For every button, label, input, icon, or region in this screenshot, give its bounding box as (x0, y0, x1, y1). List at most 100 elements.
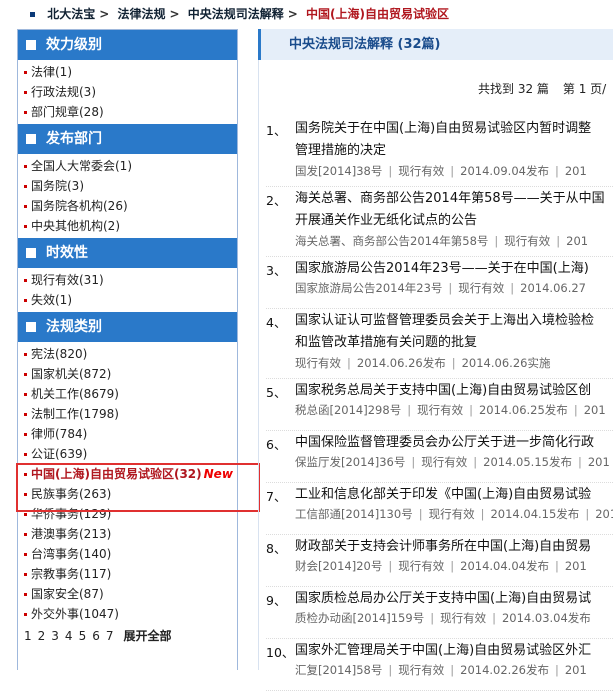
filter-item[interactable]: 机关工作(8679) (24, 384, 237, 404)
filter-item[interactable]: 部门规章(28) (24, 102, 237, 122)
result-title-link[interactable]: 国家认证认可监督管理委员会关于上海出入境检验检 和监管改革措施有关问题的批复 (295, 310, 613, 354)
meta-doc: 汇复[2014]58号 (295, 663, 383, 677)
result-item[interactable]: 7、 工业和信息化部关于印发《中国(上海)自由贸易试验 工信部通[2014]130号… (266, 483, 613, 535)
result-title-link[interactable]: 工业和信息化部关于印发《中国(上海)自由贸易试验 (295, 484, 613, 506)
breadcrumb-separator: > (99, 7, 110, 21)
page-link[interactable]: 4 (65, 629, 73, 643)
result-title-link[interactable]: 中国保险监督管理委员会办公厅关于进一步简化行政 (295, 432, 613, 454)
bullet-icon (24, 111, 27, 114)
result-item[interactable]: 1、 国务院关于在中国(上海)自由贸易试验区内暂时调整 管理措施的决定 国发[2014… (266, 117, 613, 187)
bullet-icon (30, 12, 35, 17)
results-list: 1、 国务院关于在中国(上海)自由贸易试验区内暂时调整 管理措施的决定 国发[2014… (266, 117, 613, 691)
section-header-level[interactable]: 效力级别 (18, 30, 237, 60)
filter-item[interactable]: 公证(639) (24, 444, 237, 464)
result-item[interactable]: 2、 海关总署、商务部公告2014年第58号——关于从中国 开展通关作业无纸化试点的… (266, 187, 613, 257)
section-square-icon (26, 134, 36, 144)
meta-date: 2014.04.15发布 (490, 507, 580, 521)
meta-status: 现行有效 (458, 281, 505, 295)
results-summary: 共找到 32 篇第 1 页/ (478, 80, 613, 97)
meta-separator: | (407, 403, 412, 417)
meta-doc: 工信部通[2014]130号 (295, 507, 413, 521)
breadcrumb-item-home[interactable]: 北大法宝 (47, 7, 95, 21)
result-item[interactable]: 10、 国家外汇管理局关于中国(上海)自由贸易试验区外汇 汇复[2014]58号 | 现… (266, 639, 613, 691)
section-header-category[interactable]: 法规类别 (18, 312, 237, 342)
meta-separator: | (585, 507, 590, 521)
breadcrumb-separator: > (287, 7, 298, 21)
meta-separator: | (554, 164, 559, 178)
result-title-line: 开展通关作业无纸化试点的公告 (295, 213, 478, 228)
result-meta: 国家旅游局公告2014年23号 | 现行有效 | 2014.06.27 (295, 280, 586, 296)
section-header-department[interactable]: 发布部门 (18, 124, 237, 154)
filter-item[interactable]: 外交外事(1047) (24, 604, 237, 624)
result-title-link[interactable]: 国务院关于在中国(上海)自由贸易试验区内暂时调整 管理措施的决定 (295, 118, 613, 162)
category-pager: 1 2 3 4 5 6 7 展开全部 (18, 626, 237, 646)
meta-separator: | (554, 559, 559, 573)
result-item[interactable]: 4、 国家认证认可监督管理委员会关于上海出入境检验检 和监管改革措施有关问题的批复现… (266, 309, 613, 379)
results-header: 中央法规司法解释 (32篇) (258, 29, 613, 60)
filter-item[interactable]: 国务院(3) (24, 176, 237, 196)
filter-item[interactable]: 失效(1) (24, 290, 237, 310)
meta-status: 现行有效 (428, 507, 475, 521)
page-link[interactable]: 5 (79, 629, 87, 643)
meta-separator: | (450, 663, 455, 677)
results-title: 中央法规司法解释 (32篇) (289, 37, 441, 52)
breadcrumb-separator: > (169, 7, 180, 21)
breadcrumb-item-laws[interactable]: 法律法规 (117, 7, 165, 21)
page-link[interactable]: 3 (51, 629, 59, 643)
filter-item[interactable]: 台湾事务(140) (24, 544, 237, 564)
page-link[interactable]: 6 (92, 629, 100, 643)
result-meta: 汇复[2014]58号 | 现行有效 | 2014.02.26发布 | 201 (295, 662, 587, 678)
result-title-link[interactable]: 国家外汇管理局关于中国(上海)自由贸易试验区外汇 (295, 640, 613, 662)
filter-item[interactable]: 国务院各机构(26) (24, 196, 237, 216)
meta-extra: 201 (564, 559, 587, 573)
meta-extra: 201 (564, 164, 587, 178)
sidebar: 效力级别 法律(1) 行政法规(3) 部门规章(28) 发布部门 全国人大常委会… (17, 29, 238, 670)
section-title: 发布部门 (46, 131, 102, 147)
meta-doc: 国家旅游局公告2014年23号 (295, 281, 443, 295)
result-item[interactable]: 3、 国家旅游局公告2014年23号——关于在中国(上海) 国家旅游局公告2014年… (266, 257, 613, 309)
result-title-link[interactable]: 国家税务总局关于支持中国(上海)自由贸易试验区创 (295, 380, 613, 402)
result-meta: 保监厅发[2014]36号 | 现行有效 | 2014.05.15发布 | 201 (295, 454, 610, 470)
page-link[interactable]: 1 (24, 629, 32, 643)
filter-item[interactable]: 法律(1) (24, 62, 237, 82)
meta-separator: | (510, 281, 515, 295)
meta-status: 现行有效 (440, 611, 487, 625)
breadcrumb-item-central[interactable]: 中央法规司法解释 (188, 7, 284, 21)
bullet-icon (24, 513, 27, 516)
filter-item[interactable]: 中央其他机构(2) (24, 216, 237, 236)
result-title-line: 管理措施的决定 (295, 143, 387, 158)
section-square-icon (26, 40, 36, 50)
result-title-link[interactable]: 财政部关于支持会计师事务所在中国(上海)自由贸易 (295, 536, 613, 558)
meta-separator: | (492, 611, 496, 625)
result-title-link[interactable]: 海关总署、商务部公告2014年第58号——关于从中国 开展通关作业无纸化试点的公告 (295, 188, 613, 232)
page-link[interactable]: 2 (38, 629, 46, 643)
meta-extra: 201 (564, 663, 587, 677)
breadcrumb: 北大法宝 > 法律法规 > 中央法规司法解释 > 中国(上海)自由贸易试验区 (30, 5, 449, 23)
result-meta: 质检办动函[2014]159号 | 现行有效 | 2014.03.04发布 (295, 610, 591, 626)
result-title-link[interactable]: 国家旅游局公告2014年23号——关于在中国(上海) (295, 258, 613, 280)
result-item[interactable]: 5、 国家税务总局关于支持中国(上海)自由贸易试验区创 税总函[2014]298号 |… (266, 379, 613, 431)
result-item[interactable]: 6、 中国保险监督管理委员会办公厅关于进一步简化行政 保监厅发[2014]36号 | 现… (266, 431, 613, 483)
filter-item[interactable]: 国家机关(872) (24, 364, 237, 384)
page-link[interactable]: 7 (106, 629, 114, 643)
filter-item[interactable]: 国家安全(87) (24, 584, 237, 604)
expand-all-link[interactable]: 展开全部 (123, 629, 171, 643)
result-item[interactable]: 9、 国家质检总局办公厅关于支持中国(上海)自由贸易试 质检办动函[2014]159… (266, 587, 613, 639)
meta-separator: | (347, 356, 351, 370)
section-header-validity[interactable]: 时效性 (18, 238, 237, 268)
filter-item[interactable]: 现行有效(31) (24, 270, 237, 290)
filter-item[interactable]: 宪法(820) (24, 344, 237, 364)
result-title-link[interactable]: 国家质检总局办公厅关于支持中国(上海)自由贸易试 (295, 588, 613, 610)
filter-item[interactable]: 法制工作(1798) (24, 404, 237, 424)
filter-item[interactable]: 宗教事务(117) (24, 564, 237, 584)
filter-item[interactable]: 行政法规(3) (24, 82, 237, 102)
filter-item[interactable]: 全国人大常委会(1) (24, 156, 237, 176)
bullet-icon (24, 225, 27, 228)
bullet-icon (24, 393, 27, 396)
filter-item[interactable]: 律师(784) (24, 424, 237, 444)
result-item[interactable]: 8、 财政部关于支持会计师事务所在中国(上海)自由贸易 财会[2014]20号 | 现行… (266, 535, 613, 587)
meta-status: 现行有效 (421, 455, 468, 469)
filter-item[interactable]: 港澳事务(213) (24, 524, 237, 544)
meta-extra: 2014.06.26实施 (461, 356, 551, 370)
meta-date: 2014.06.27 (520, 281, 587, 295)
